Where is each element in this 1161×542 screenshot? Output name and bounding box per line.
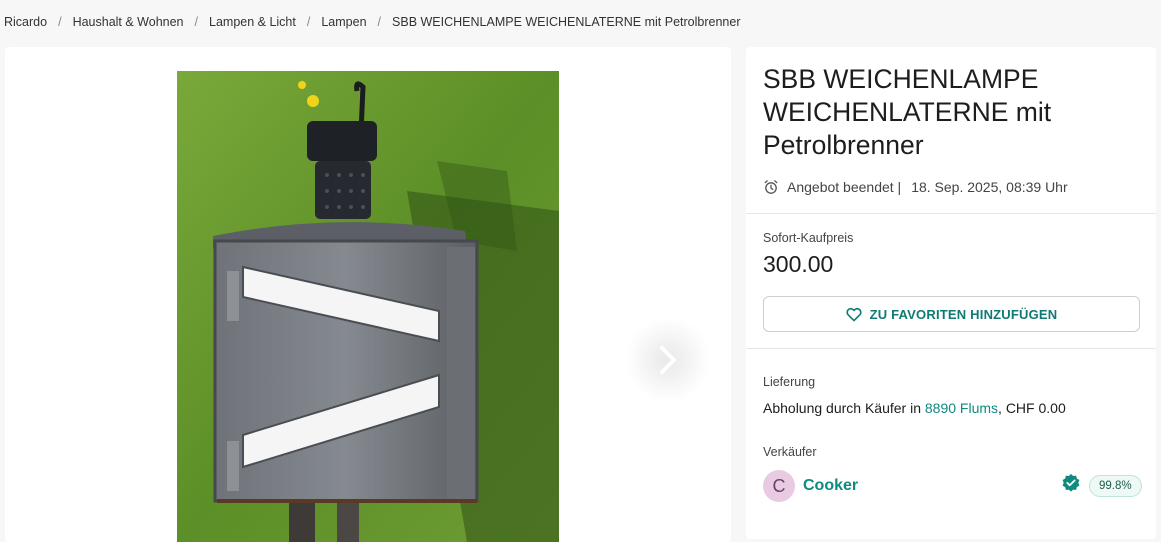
next-image-button[interactable] (625, 317, 711, 403)
chevron-right-icon (658, 345, 678, 375)
seller-label: Verkäufer (763, 445, 817, 459)
alarm-clock-icon (763, 179, 779, 195)
breadcrumb-lampen-licht[interactable]: Lampen & Licht (209, 15, 296, 29)
chevron-left-icon (58, 345, 78, 375)
divider (746, 348, 1156, 349)
breadcrumb-haushalt-wohnen[interactable]: Haushalt & Wohnen (73, 15, 184, 29)
breadcrumb-ricardo[interactable]: Ricardo (4, 15, 47, 29)
favorites-button-label: ZU FAVORITEN HINZUFÜGEN (869, 306, 1058, 322)
breadcrumb-separator: / (58, 15, 62, 29)
breadcrumb-current: SBB WEICHENLAMPE WEICHENLATERNE mit Petr… (392, 15, 741, 29)
image-gallery (5, 47, 731, 542)
add-to-favorites-button[interactable]: ZU FAVORITEN HINZUFÜGEN (763, 296, 1140, 332)
divider (746, 213, 1156, 214)
delivery-label: Lieferung (763, 375, 816, 389)
seller-name-link[interactable]: Cooker (803, 477, 858, 495)
delivery-cost: , CHF 0.00 (998, 400, 1066, 416)
price-label: Sofort-Kaufpreis (763, 231, 854, 245)
breadcrumb-separator: / (377, 15, 382, 29)
product-photo[interactable] (177, 71, 559, 542)
status-text: Angebot beendet | (787, 179, 902, 195)
price-value: 300.00 (763, 251, 834, 277)
auction-status: Angebot beendet | 18. Sep. 2025, 08:39 U… (763, 179, 1068, 195)
heart-icon (846, 307, 862, 322)
verified-seller-badge-icon (1061, 473, 1081, 498)
breadcrumb-separator: / (306, 15, 311, 29)
breadcrumb-separator: / (194, 15, 198, 29)
end-date: 18. Sep. 2025, 08:39 Uhr (911, 179, 1068, 195)
delivery-info: Abholung durch Käufer in 8890 Flums, CHF… (763, 400, 1066, 416)
listing-title: SBB WEICHENLAMPE WEICHENLATERNE mit Petr… (763, 64, 1052, 160)
location-link[interactable]: 8890 Flums (925, 400, 998, 416)
delivery-text: Abholung durch Käufer in (763, 400, 925, 416)
breadcrumb-lampen[interactable]: Lampen (321, 15, 366, 29)
seller-rating-badge: 99.8% (1089, 475, 1142, 497)
previous-image-button[interactable] (25, 317, 111, 403)
listing-details-panel: SBB WEICHENLAMPE WEICHENLATERNE mit Petr… (746, 47, 1156, 539)
avatar[interactable]: C (763, 470, 795, 502)
breadcrumb: Ricardo / Haushalt & Wohnen / Lampen & Licht… (4, 15, 740, 29)
